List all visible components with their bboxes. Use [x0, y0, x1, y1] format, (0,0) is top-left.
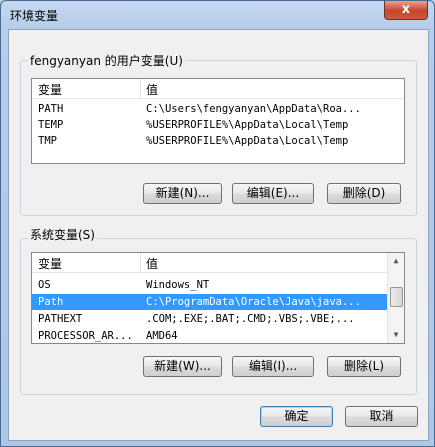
scroll-up-arrow-icon[interactable]: ▲: [388, 253, 404, 269]
system-edit-button[interactable]: 编辑(I)...: [232, 356, 314, 377]
scrollbar-thumb[interactable]: [390, 287, 403, 307]
column-header-value[interactable]: 值: [146, 81, 158, 98]
variable-name: Path: [38, 296, 64, 308]
user-new-button[interactable]: 新建(N)...: [143, 183, 222, 204]
column-header-value[interactable]: 值: [146, 255, 158, 272]
system-new-button[interactable]: 新建(W)...: [143, 356, 222, 377]
list-item[interactable]: PATHEXT .COM;.EXE;.BAT;.CMD;.VBS;.VBE;..…: [32, 311, 387, 327]
user-variables-label: fengyanyan 的用户变量(U): [28, 52, 185, 69]
variable-value: %USERPROFILE%\AppData\Local\Temp: [146, 119, 349, 131]
list-item[interactable]: TEMP %USERPROFILE%\AppData\Local\Temp: [32, 117, 404, 133]
variable-value: %USERPROFILE%\AppData\Local\Temp: [146, 135, 349, 147]
column-separator[interactable]: [140, 253, 141, 272]
column-header-variable[interactable]: 变量: [38, 81, 62, 98]
variable-name: OS: [38, 279, 51, 291]
variable-name: PROCESSOR_AR...: [38, 330, 133, 342]
close-button[interactable]: x: [384, 1, 428, 20]
scroll-down-arrow-icon[interactable]: ▼: [388, 327, 404, 343]
list-header: 变量 值: [32, 79, 404, 99]
variable-name: TMP: [38, 135, 57, 147]
column-header-variable[interactable]: 变量: [38, 255, 62, 272]
variable-value: AMD64: [146, 330, 178, 342]
list-item[interactable]: OS Windows_NT: [32, 277, 387, 293]
variable-value: Windows_NT: [146, 279, 210, 291]
dialog-client-area: fengyanyan 的用户变量(U) 变量 值 PATH C:\Users\f…: [8, 29, 429, 441]
user-variables-list[interactable]: 变量 值 PATH C:\Users\fengyanyan\AppData\Ro…: [31, 78, 405, 164]
ok-button[interactable]: 确定: [260, 406, 333, 427]
list-header: 变量 值: [32, 253, 387, 273]
variable-name: PATH: [38, 103, 64, 115]
window-title: 环境变量: [10, 9, 59, 23]
system-variables-label: 系统变量(S): [28, 226, 97, 243]
list-item[interactable]: TMP %USERPROFILE%\AppData\Local\Temp: [32, 133, 404, 149]
system-variables-list[interactable]: 变量 值 OS Windows_NT Path C:\ProgramData\O…: [31, 252, 405, 344]
variable-value: .COM;.EXE;.BAT;.CMD;.VBS;.VBE;...: [146, 313, 355, 325]
list-item[interactable]: PROCESSOR_AR... AMD64: [32, 328, 387, 343]
list-item[interactable]: PATH C:\Users\fengyanyan\AppData\Roa...: [32, 101, 404, 117]
title-bar[interactable]: 环境变量 x: [1, 1, 434, 28]
user-edit-button[interactable]: 编辑(E)...: [232, 183, 314, 204]
variable-value: C:\Users\fengyanyan\AppData\Roa...: [146, 103, 361, 115]
environment-variables-window: 环境变量 x fengyanyan 的用户变量(U) 变量 值 PATH C:\…: [0, 0, 435, 447]
variable-value: C:\ProgramData\Oracle\Java\java...: [146, 296, 361, 308]
cancel-button[interactable]: 取消: [345, 406, 418, 427]
list-item-selected[interactable]: Path C:\ProgramData\Oracle\Java\java...: [32, 294, 387, 310]
user-delete-button[interactable]: 删除(D): [327, 183, 401, 204]
variable-name: TEMP: [38, 119, 64, 131]
vertical-scrollbar[interactable]: ▲ ▼: [387, 253, 404, 343]
system-delete-button[interactable]: 删除(L): [327, 356, 401, 377]
variable-name: PATHEXT: [38, 313, 83, 325]
column-separator[interactable]: [140, 79, 141, 98]
